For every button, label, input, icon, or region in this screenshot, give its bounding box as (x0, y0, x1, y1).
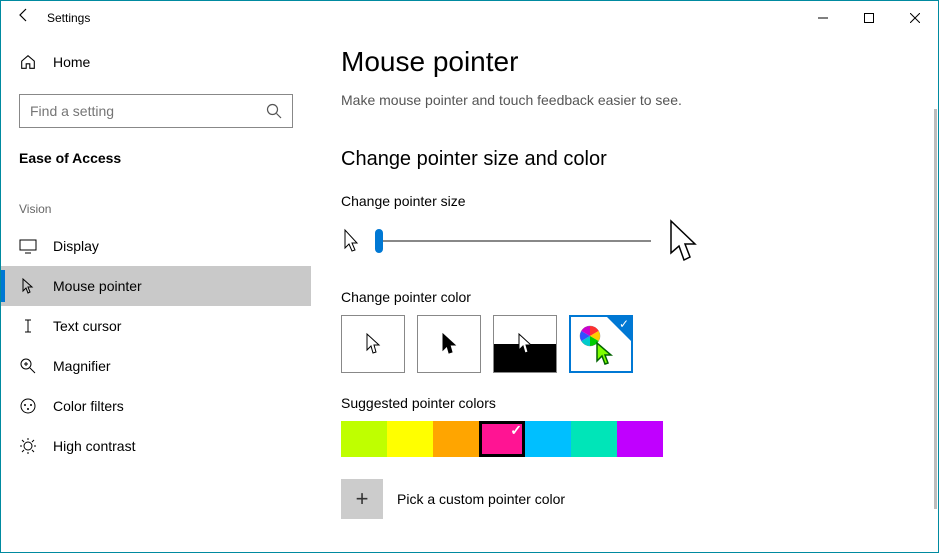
pointer-color-black[interactable] (417, 315, 481, 373)
minimize-button[interactable] (800, 2, 846, 34)
color-swatch[interactable] (387, 421, 433, 457)
page-title: Mouse pointer (341, 46, 908, 78)
sidebar-item-label: Text cursor (53, 318, 121, 334)
color-swatch[interactable] (525, 421, 571, 457)
sidebar-item-display[interactable]: Display (1, 226, 311, 266)
back-button[interactable] (1, 7, 47, 28)
pointer-size-label: Change pointer size (341, 193, 908, 209)
color-swatch[interactable] (341, 421, 387, 457)
sidebar-item-label: Color filters (53, 398, 124, 414)
text-cursor-icon (19, 317, 37, 335)
maximize-button[interactable] (846, 2, 892, 34)
pointer-color-inverted[interactable] (493, 315, 557, 373)
sidebar-item-label: Magnifier (53, 358, 111, 374)
magnifier-icon (19, 357, 37, 375)
suggested-colors-label: Suggested pointer colors (341, 395, 908, 411)
section-heading: Change pointer size and color (341, 148, 908, 171)
pointer-color-custom[interactable] (569, 315, 633, 373)
color-swatch[interactable] (479, 421, 525, 457)
sidebar-item-color-filters[interactable]: Color filters (1, 386, 311, 426)
sidebar-item-text-cursor[interactable]: Text cursor (1, 306, 311, 346)
plus-icon: + (356, 486, 369, 512)
suggested-color-swatches (341, 421, 908, 457)
display-icon (19, 237, 37, 255)
color-swatch[interactable] (571, 421, 617, 457)
pointer-size-slider[interactable] (375, 229, 651, 253)
close-button[interactable] (892, 2, 938, 34)
search-input[interactable] (30, 103, 266, 119)
color-filters-icon (19, 397, 37, 415)
sidebar-item-high-contrast[interactable]: High contrast (1, 426, 311, 466)
color-swatch[interactable] (433, 421, 479, 457)
window-title: Settings (47, 11, 90, 25)
title-bar: Settings (1, 1, 938, 34)
sidebar-item-label: High contrast (53, 438, 135, 454)
large-cursor-icon (665, 219, 701, 263)
scrollbar[interactable] (934, 109, 937, 509)
main-content: Mouse pointer Make mouse pointer and tou… (311, 34, 938, 552)
sidebar-item-mouse-pointer[interactable]: Mouse pointer (1, 266, 311, 306)
group-heading: Vision (1, 166, 311, 226)
high-contrast-icon (19, 437, 37, 455)
sidebar-item-magnifier[interactable]: Magnifier (1, 346, 311, 386)
page-subtitle: Make mouse pointer and touch feedback ea… (341, 92, 908, 108)
search-box[interactable] (19, 94, 293, 128)
pick-custom-color-button[interactable]: + (341, 479, 383, 519)
search-icon (266, 103, 282, 119)
home-nav[interactable]: Home (1, 42, 311, 82)
home-label: Home (53, 54, 90, 70)
mouse-pointer-icon (19, 277, 37, 295)
pointer-color-white[interactable] (341, 315, 405, 373)
sidebar: Home Ease of Access Vision Display Mouse… (1, 34, 311, 552)
pointer-color-label: Change pointer color (341, 289, 908, 305)
pick-custom-color-label: Pick a custom pointer color (397, 491, 565, 507)
home-icon (19, 53, 37, 71)
sidebar-item-label: Display (53, 238, 99, 254)
color-swatch[interactable] (617, 421, 663, 457)
sidebar-item-label: Mouse pointer (53, 278, 142, 294)
section-heading: Ease of Access (1, 128, 311, 166)
small-cursor-icon (341, 228, 361, 254)
